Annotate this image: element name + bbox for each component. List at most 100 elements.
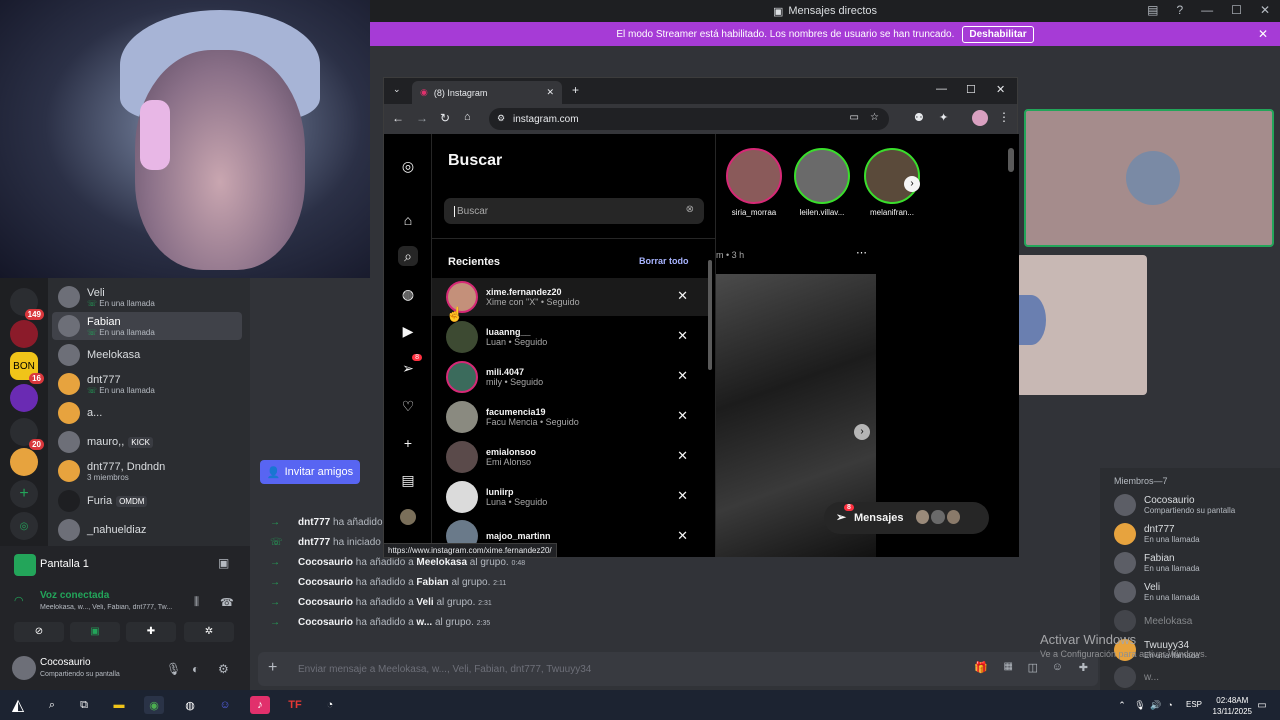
bookmark-star-icon[interactable]: ☆: [870, 112, 879, 123]
dm-item[interactable]: mauro,, KICK: [58, 428, 153, 456]
remove-icon[interactable]: ✕: [677, 368, 688, 384]
server-icon[interactable]: [10, 384, 38, 412]
clock[interactable]: 02:48AM 13/11/2025: [1213, 695, 1252, 717]
next-stories-icon[interactable]: ›: [904, 176, 920, 192]
start-icon[interactable]: ◭: [8, 696, 28, 714]
search-input[interactable]: Buscar ⊗: [444, 198, 704, 224]
voice-status[interactable]: Voz conectada: [40, 590, 109, 601]
activities-button[interactable]: ✚: [126, 622, 176, 642]
profile-avatar[interactable]: [972, 110, 988, 126]
gift-icon[interactable]: 🎁: [974, 661, 988, 674]
language-indicator[interactable]: ESP: [1186, 700, 1202, 709]
home-icon[interactable]: ⌂: [464, 111, 471, 123]
tray-chevron-icon[interactable]: ⌃: [1112, 696, 1132, 714]
forward-icon[interactable]: →: [416, 111, 428, 125]
scrollbar[interactable]: [708, 260, 712, 370]
camera-off-button[interactable]: ⊘: [14, 622, 64, 642]
discord-icon[interactable]: ☺: [215, 696, 235, 714]
menu-kebab-icon[interactable]: ⋮: [998, 110, 1010, 124]
minimize-icon[interactable]: —: [1201, 3, 1213, 17]
recent-item[interactable]: mili.4047 mily • Seguido ✕: [432, 358, 708, 396]
file-explorer-icon[interactable]: ▬: [109, 696, 129, 714]
server-icon[interactable]: [10, 320, 38, 348]
noise-icon[interactable]: ⫼: [194, 596, 199, 609]
emoji-icon[interactable]: ☺: [1052, 661, 1063, 673]
minimize-icon[interactable]: —: [936, 83, 947, 95]
actor[interactable]: Cocosaurio: [298, 557, 353, 568]
network-icon[interactable]: ◔: [1160, 696, 1180, 714]
profile-avatar[interactable]: [398, 507, 418, 527]
dm-item[interactable]: _nahueldiaz: [58, 516, 146, 544]
gif-icon[interactable]: ▦: [1004, 661, 1013, 672]
member-item[interactable]: Veli En una llamada: [1114, 581, 1200, 603]
disconnect-icon[interactable]: ☎: [220, 596, 234, 609]
close-banner-icon[interactable]: ✕: [1258, 27, 1268, 41]
remove-icon[interactable]: ✕: [677, 448, 688, 464]
extensions-puzzle-icon[interactable]: ✦: [939, 111, 948, 124]
sticker-icon[interactable]: ◫: [1028, 661, 1038, 674]
remove-icon[interactable]: ✕: [677, 488, 688, 504]
help-icon[interactable]: ?: [1176, 3, 1183, 17]
home-icon[interactable]: ⌂: [398, 210, 418, 230]
close-tab-icon[interactable]: ✕: [546, 87, 554, 98]
extension-icon[interactable]: ⚉: [914, 111, 924, 124]
dm-item[interactable]: Veli ☏ En una llamada: [58, 283, 155, 311]
actor[interactable]: dnt777: [298, 537, 330, 548]
browser-tab[interactable]: ◉ (8) Instagram ✕: [412, 81, 562, 104]
install-icon[interactable]: ▭: [850, 112, 859, 123]
member-item[interactable]: Fabian En una llamada: [1114, 552, 1200, 574]
member-item[interactable]: w...: [1114, 666, 1159, 688]
explore-icon[interactable]: ◎: [10, 512, 38, 540]
dm-item[interactable]: dnt777 ☏ En una llamada: [58, 370, 155, 398]
tf-app-icon[interactable]: TF: [285, 696, 305, 714]
stop-stream-icon[interactable]: ▣: [218, 556, 229, 570]
tiktok-icon[interactable]: ♪: [250, 696, 270, 714]
tab-search-icon[interactable]: ⌄: [393, 84, 401, 95]
maximize-icon[interactable]: ☐: [1231, 3, 1242, 17]
remove-icon[interactable]: ✕: [677, 528, 688, 544]
dashboard-icon[interactable]: ▤: [398, 470, 418, 490]
dm-item[interactable]: Furia OMDM: [58, 487, 148, 515]
soundboard-button[interactable]: ✲: [184, 622, 234, 642]
story-avatar[interactable]: [726, 148, 782, 204]
app-icon[interactable]: ◔: [320, 696, 340, 714]
headphones-icon[interactable]: ◐: [192, 662, 199, 676]
clear-all-link[interactable]: Borrar todo: [639, 256, 689, 266]
notification-center-icon[interactable]: ▭: [1252, 696, 1272, 714]
settings-icon[interactable]: ⚙: [218, 662, 229, 676]
member-item[interactable]: Cocosaurio Compartiendo su pantalla: [1114, 494, 1235, 516]
recent-item[interactable]: emialonsoo Emi Alonso ✕: [432, 438, 708, 476]
search-icon[interactable]: ⌕: [398, 246, 418, 266]
server-icon[interactable]: 20: [10, 418, 44, 450]
mic-icon[interactable]: 🎙: [166, 662, 181, 676]
explore-icon[interactable]: ◍: [398, 284, 418, 304]
attach-icon[interactable]: +: [268, 659, 277, 677]
server-icon[interactable]: [10, 448, 38, 476]
share-screen-button[interactable]: ▣: [70, 622, 120, 642]
video-tile[interactable]: [1016, 255, 1147, 395]
recent-item[interactable]: facumencia19 Facu Mencia • Seguido ✕: [432, 398, 708, 436]
reels-icon[interactable]: ▶: [398, 321, 418, 341]
target[interactable]: w...: [416, 617, 432, 628]
recent-item[interactable]: luaanng__ Luan • Seguido ✕: [432, 318, 708, 356]
create-plus-icon[interactable]: +: [398, 433, 418, 453]
target[interactable]: Meelokasa: [416, 557, 467, 568]
invite-friends-button[interactable]: 👤 Invitar amigos: [260, 460, 360, 484]
reload-icon[interactable]: ↻: [440, 111, 450, 125]
clear-search-icon[interactable]: ⊗: [686, 204, 694, 215]
story-avatar[interactable]: [794, 148, 850, 204]
message-input[interactable]: + Enviar mensaje a Meelokasa, w..., Veli…: [258, 652, 1098, 686]
target[interactable]: Veli: [416, 597, 433, 608]
next-image-icon[interactable]: ›: [854, 424, 870, 440]
task-view-icon[interactable]: ⧉: [74, 696, 94, 714]
address-bar[interactable]: ⚙ instagram.com ▭ ☆: [489, 108, 889, 130]
recent-item[interactable]: xime.fernandez20 Xime con "X" • Seguido ✕: [432, 278, 708, 316]
maximize-icon[interactable]: ☐: [966, 83, 976, 96]
chrome-icon[interactable]: ◉: [144, 696, 164, 714]
server-icon[interactable]: 149: [10, 288, 44, 320]
remove-icon[interactable]: ✕: [677, 408, 688, 424]
actor[interactable]: Cocosaurio: [298, 577, 353, 588]
search-icon[interactable]: ⌕: [42, 696, 62, 714]
site-info-icon[interactable]: ⚙: [497, 113, 505, 124]
add-server-icon[interactable]: +: [10, 480, 38, 508]
